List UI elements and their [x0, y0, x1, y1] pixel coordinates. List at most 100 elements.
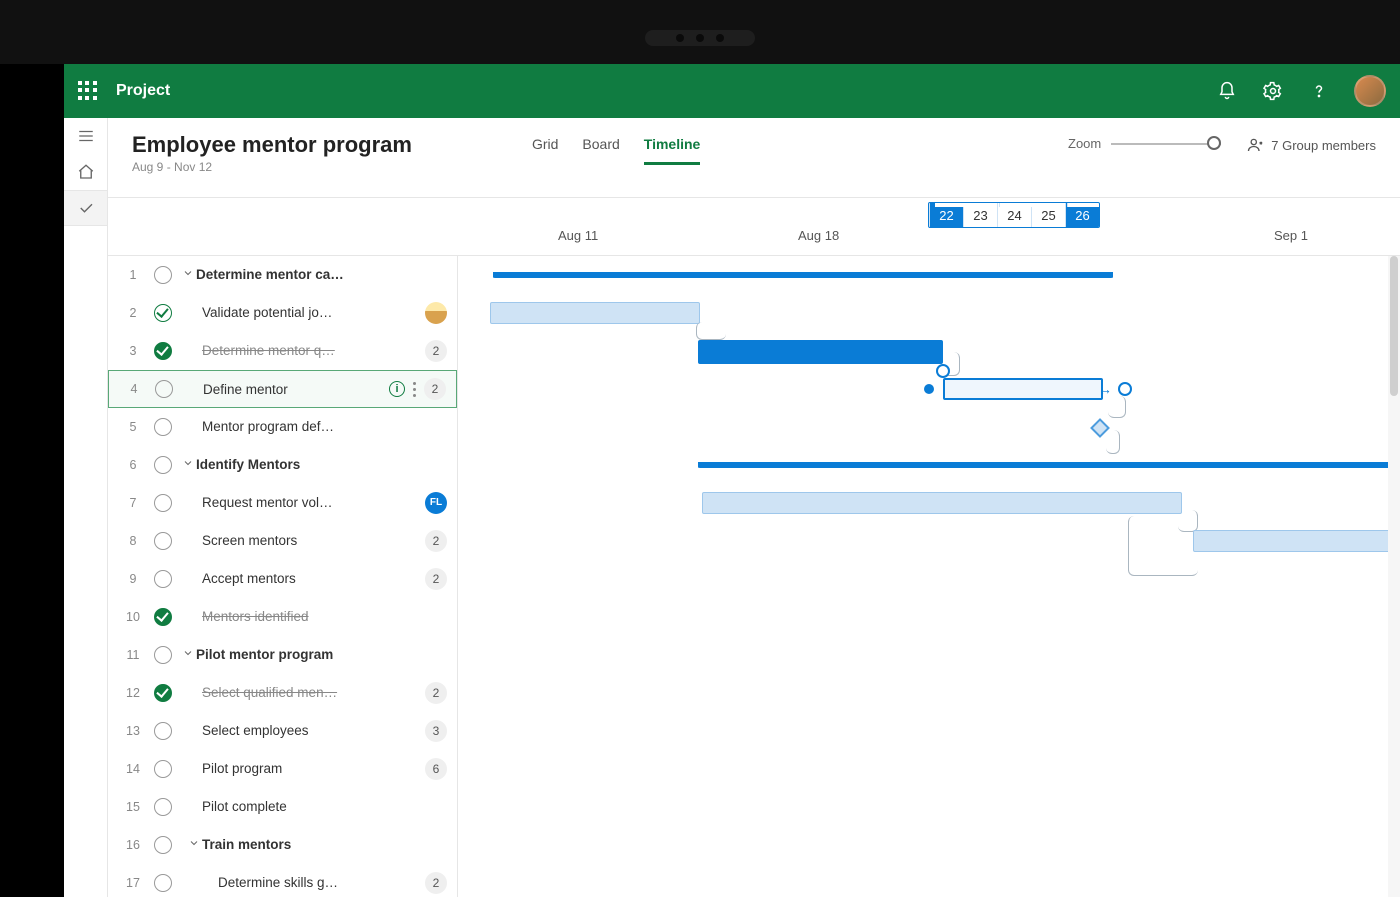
gantt-connector-dot[interactable]	[924, 384, 934, 394]
task-name: Request mentor vol…	[202, 495, 425, 510]
task-row-number: 10	[122, 610, 144, 624]
task-caret-icon[interactable]	[188, 837, 202, 852]
task-count-badge[interactable]: 6	[425, 758, 447, 780]
task-name: Determine mentor q…	[202, 343, 425, 358]
notifications-icon[interactable]	[1216, 80, 1238, 102]
task-row[interactable]: 4Define mentori2	[108, 370, 457, 408]
app-topbar: Project	[64, 64, 1400, 118]
task-name: Determine skills g…	[218, 875, 425, 890]
task-row[interactable]: 9Accept mentors2	[108, 560, 457, 598]
user-avatar[interactable]	[1354, 75, 1386, 107]
task-row[interactable]: 16Train mentors	[108, 826, 457, 864]
task-status-circle[interactable]	[154, 608, 172, 626]
task-row-number: 17	[122, 876, 144, 890]
tab-board[interactable]: Board	[582, 136, 619, 165]
scrollbar-thumb[interactable]	[1390, 256, 1398, 396]
task-status-circle[interactable]	[154, 874, 172, 892]
task-row[interactable]: 3 Determine mentor q…2	[108, 332, 457, 370]
task-info-icon[interactable]: i	[389, 381, 405, 397]
rail-select-icon[interactable]	[64, 190, 107, 226]
task-row[interactable]: 14 Pilot program6	[108, 750, 457, 788]
task-name: Select employees	[202, 723, 425, 738]
task-row-number: 3	[122, 344, 144, 358]
task-row[interactable]: 7Request mentor vol…FL	[108, 484, 457, 522]
app-launcher-icon[interactable]	[78, 81, 98, 101]
date-label: Aug 18	[798, 228, 839, 243]
task-row[interactable]: 5Mentor program def…	[108, 408, 457, 446]
task-count-badge[interactable]: 2	[424, 378, 446, 400]
gantt-summary-bar[interactable]	[493, 272, 1113, 278]
task-status-circle[interactable]	[154, 722, 172, 740]
group-members-button[interactable]: 7 Group members	[1247, 136, 1376, 154]
task-row[interactable]: 11Pilot mentor program	[108, 636, 457, 674]
task-status-circle[interactable]	[154, 266, 172, 284]
device-camera-bar	[0, 0, 1400, 64]
task-row-number: 14	[122, 762, 144, 776]
task-row[interactable]: 2Validate potential jo…	[108, 294, 457, 332]
gantt-bar[interactable]	[698, 340, 943, 364]
task-count-badge[interactable]: 2	[425, 682, 447, 704]
rail-menu-icon[interactable]	[64, 118, 107, 154]
task-row-number: 13	[122, 724, 144, 738]
task-status-circle[interactable]	[154, 646, 172, 664]
task-row[interactable]: 13 Select employees3	[108, 712, 457, 750]
task-name: Define mentor	[203, 382, 383, 397]
gantt-bar[interactable]	[1193, 530, 1388, 552]
task-status-circle[interactable]	[154, 456, 172, 474]
task-row[interactable]: 12Select qualified men…2	[108, 674, 457, 712]
gantt-resize-handle[interactable]: ↔	[1098, 381, 1112, 397]
rail-home-icon[interactable]	[64, 154, 107, 190]
range-day[interactable]: 25	[1031, 203, 1065, 227]
gantt-bar[interactable]	[702, 492, 1182, 514]
task-status-circle[interactable]	[154, 836, 172, 854]
task-name: Pilot program	[202, 761, 425, 776]
task-row-number: 15	[122, 800, 144, 814]
task-caret-icon[interactable]	[182, 647, 196, 662]
task-status-circle[interactable]	[154, 342, 172, 360]
task-name: Mentors identified	[202, 609, 457, 624]
settings-icon[interactable]	[1262, 80, 1284, 102]
task-assignee-avatar[interactable]	[425, 302, 447, 324]
task-caret-icon[interactable]	[182, 457, 196, 472]
task-status-circle[interactable]	[154, 494, 172, 512]
task-count-badge[interactable]: 2	[425, 340, 447, 362]
task-row[interactable]: 17 Determine skills g…2	[108, 864, 457, 897]
tab-timeline[interactable]: Timeline	[644, 136, 701, 165]
gantt-chart[interactable]: ↔	[458, 256, 1388, 897]
gantt-bar[interactable]	[490, 302, 700, 324]
gantt-summary-bar[interactable]	[698, 462, 1388, 468]
help-icon[interactable]	[1308, 80, 1330, 102]
task-name: Identify Mentors	[196, 457, 457, 472]
task-status-circle[interactable]	[154, 570, 172, 588]
task-row[interactable]: 6Identify Mentors	[108, 446, 457, 484]
task-status-circle[interactable]	[154, 532, 172, 550]
vertical-scrollbar[interactable]	[1388, 256, 1400, 897]
app-title: Project	[116, 82, 170, 100]
task-caret-icon[interactable]	[182, 267, 196, 282]
task-row[interactable]: 8Screen mentors2	[108, 522, 457, 560]
task-status-circle[interactable]	[154, 684, 172, 702]
tab-grid[interactable]: Grid	[532, 136, 558, 165]
task-row[interactable]: 10 Mentors identified	[108, 598, 457, 636]
task-status-circle[interactable]	[154, 760, 172, 778]
task-row[interactable]: 1Determine mentor ca…	[108, 256, 457, 294]
gantt-connector-handle[interactable]	[1118, 382, 1132, 396]
gantt-bar-selected[interactable]	[943, 378, 1103, 400]
task-count-badge[interactable]: 3	[425, 720, 447, 742]
task-more-icon[interactable]	[413, 380, 416, 398]
task-count-badge[interactable]: 2	[425, 530, 447, 552]
range-label-left: Aug	[935, 202, 969, 207]
task-status-circle[interactable]	[155, 380, 173, 398]
task-status-circle[interactable]	[154, 304, 172, 322]
zoom-control[interactable]: Zoom	[1068, 136, 1221, 151]
zoom-slider[interactable]	[1111, 143, 1221, 145]
left-rail	[64, 118, 108, 897]
zoom-label: Zoom	[1068, 136, 1101, 151]
date-range-selector[interactable]: Aug 3d Aug 22 23 24 25 26	[928, 202, 1100, 228]
task-assignee-avatar[interactable]: FL	[425, 492, 447, 514]
task-count-badge[interactable]: 2	[425, 568, 447, 590]
task-row[interactable]: 15Pilot complete	[108, 788, 457, 826]
task-status-circle[interactable]	[154, 418, 172, 436]
task-status-circle[interactable]	[154, 798, 172, 816]
task-count-badge[interactable]: 2	[425, 872, 447, 894]
